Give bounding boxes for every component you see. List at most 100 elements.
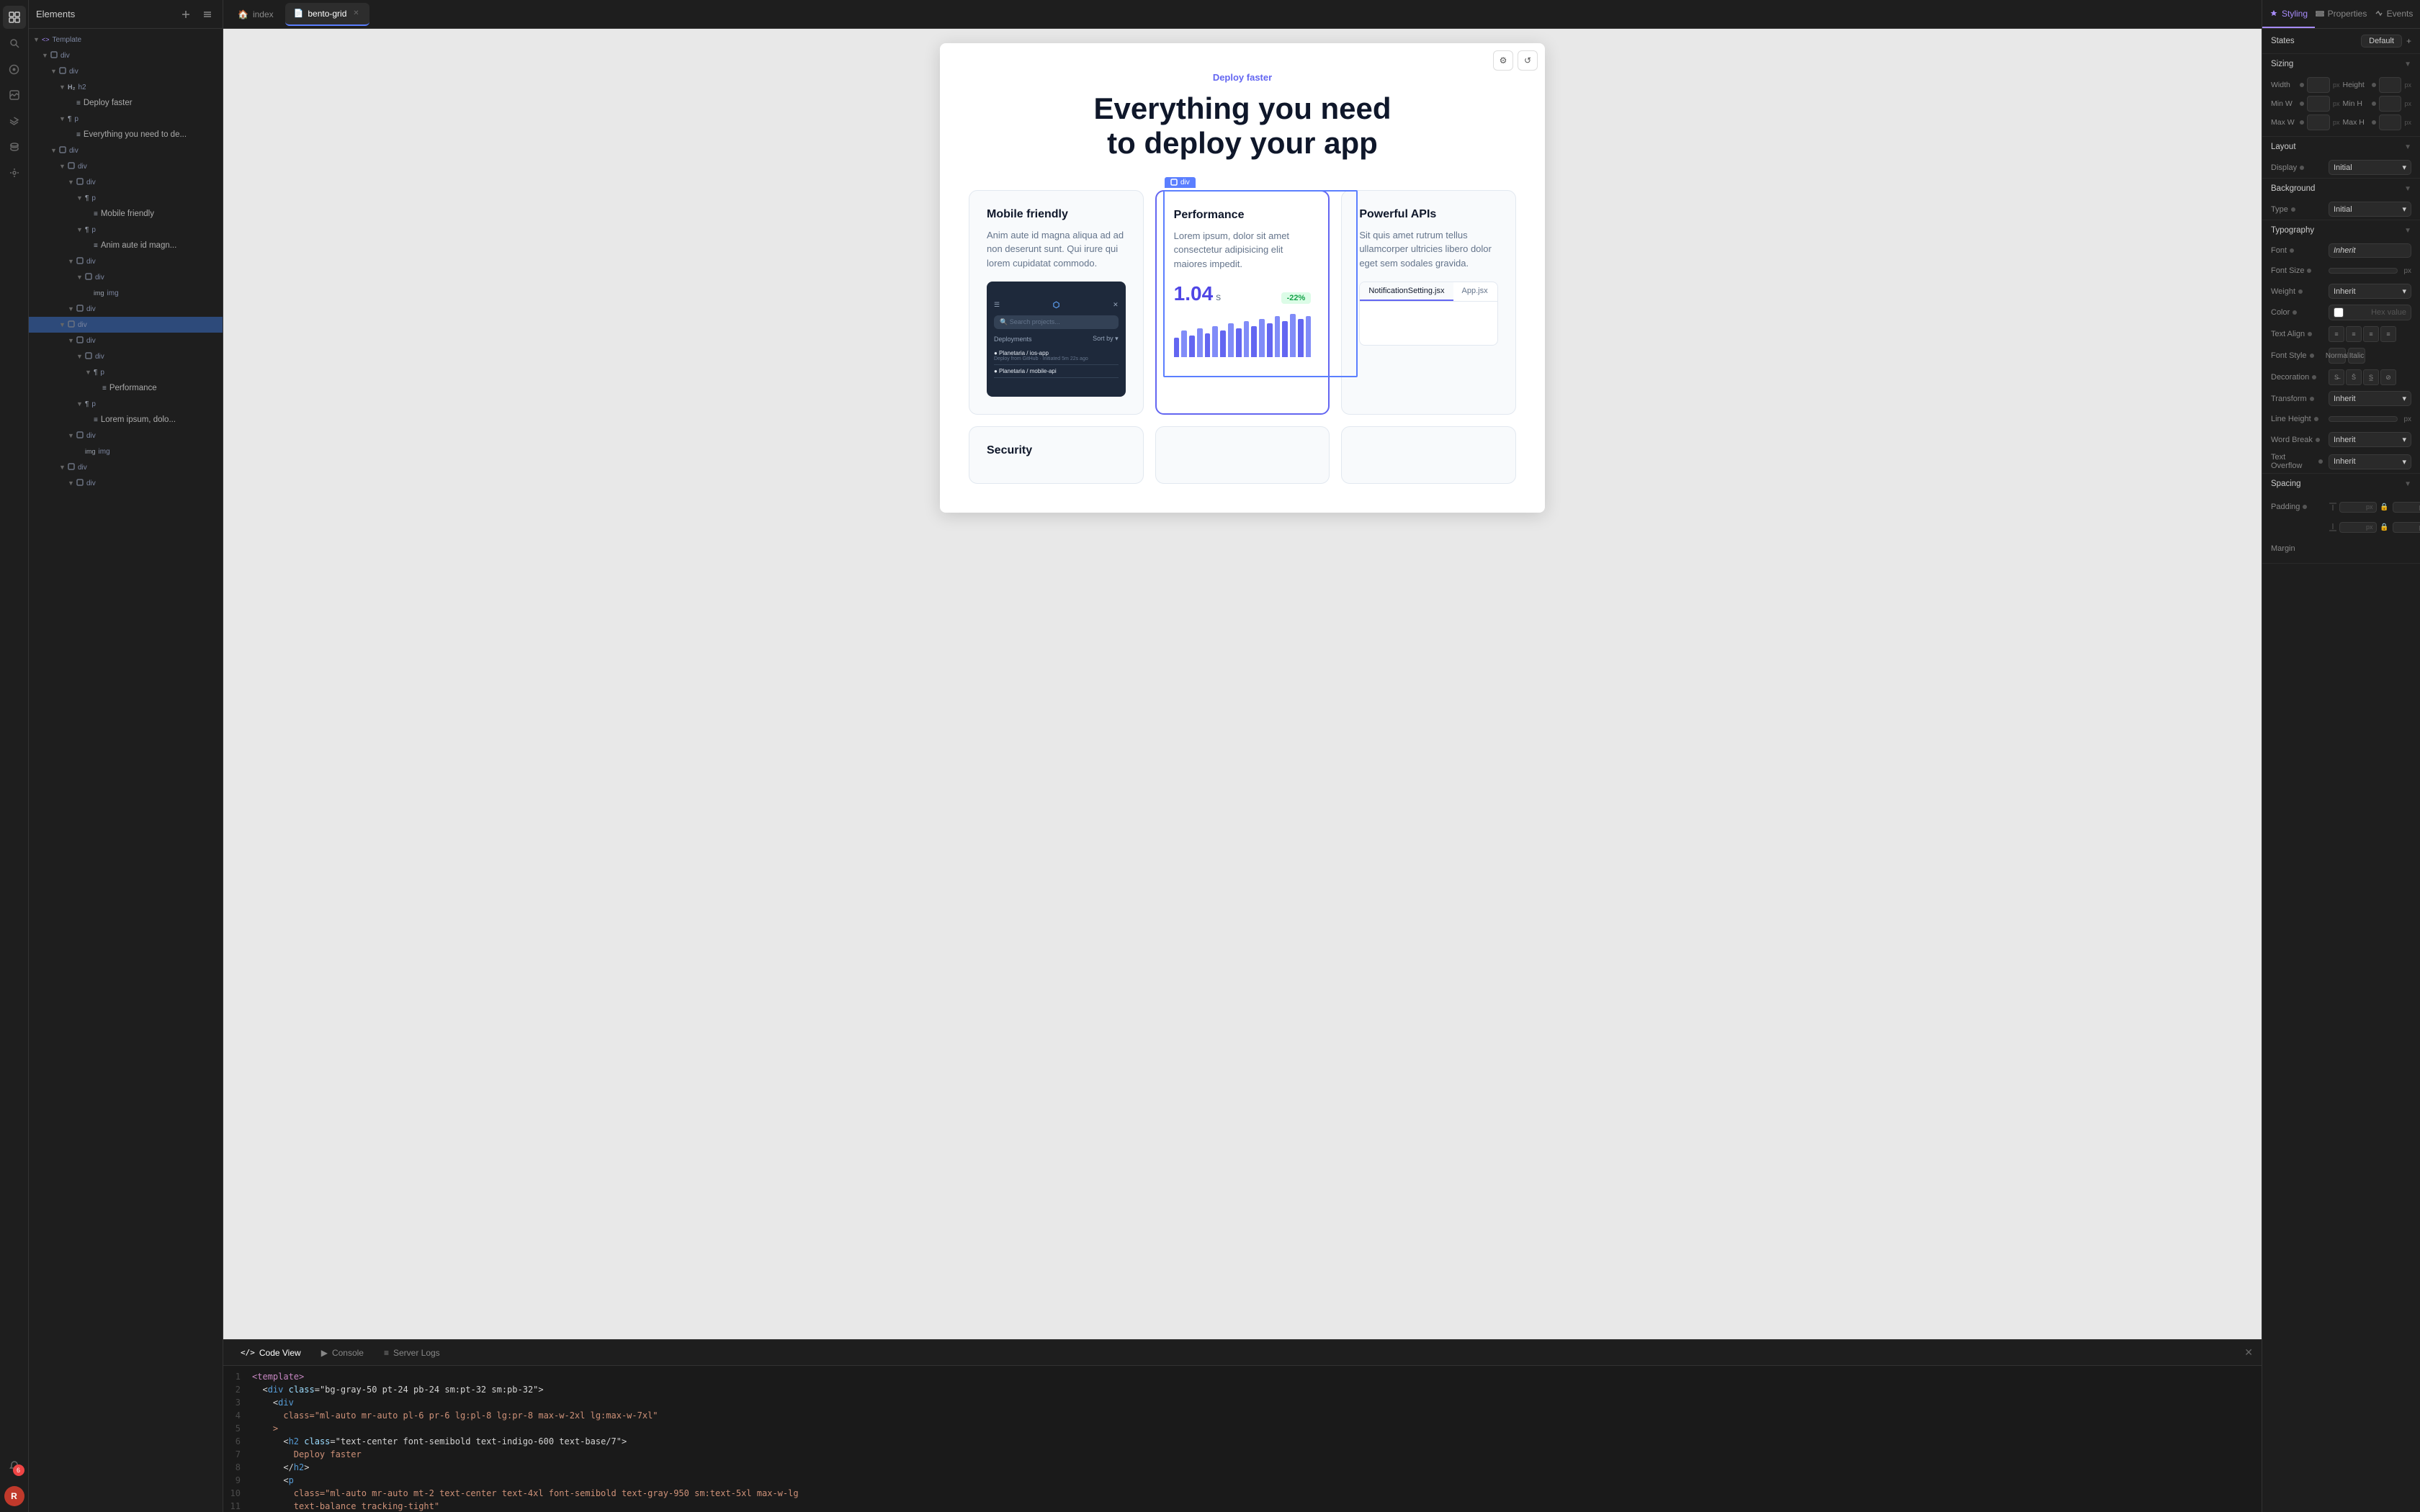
tree-item-7[interactable]: ≡Everything you need to de... [29, 127, 223, 143]
api-tab-app[interactable]: App.jsx [1453, 282, 1497, 301]
tree-node-type: img [107, 289, 119, 297]
more-options-btn[interactable] [200, 6, 215, 22]
tree-item-17[interactable]: imgimg [29, 285, 223, 301]
line-height-input[interactable] [2329, 416, 2398, 422]
tree-item-19[interactable]: ▼div [29, 317, 223, 333]
tree-item-11[interactable]: ▼¶p [29, 190, 223, 206]
tree-item-12[interactable]: ≡Mobile friendly [29, 206, 223, 222]
underline-btn[interactable]: S̲ [2363, 369, 2379, 385]
events-tab[interactable]: Events [2367, 0, 2420, 28]
notifications-icon[interactable]: 6 [3, 1454, 26, 1477]
tree-item-14[interactable]: ≡Anim aute id magn... [29, 238, 223, 253]
typography-title: Typography [2271, 226, 2314, 235]
console-tab[interactable]: ▶ Console [313, 1343, 372, 1363]
components-icon[interactable] [3, 58, 26, 81]
weight-select[interactable]: Inherit ▾ [2329, 284, 2411, 299]
layers-icon[interactable] [3, 109, 26, 132]
padding-top-input[interactable] [2343, 503, 2365, 511]
tree-item-16[interactable]: ▼div [29, 269, 223, 285]
api-tab-notification[interactable]: NotificationSetting.jsx [1360, 282, 1453, 301]
color-select[interactable]: Hex value [2329, 305, 2411, 320]
refresh-icon[interactable]: ↺ [1518, 50, 1538, 71]
spacing-header[interactable]: Spacing ▼ [2262, 474, 2420, 494]
tree-item-28[interactable]: ▼div [29, 459, 223, 475]
code-view-tab[interactable]: </> Code View [232, 1343, 310, 1363]
add-element-btn[interactable] [178, 6, 194, 22]
properties-tab[interactable]: Properties [2315, 0, 2367, 28]
assets-icon[interactable] [3, 84, 26, 107]
tree-item-21[interactable]: ▼div [29, 348, 223, 364]
normal-style-btn[interactable]: Normal [2329, 348, 2346, 364]
text-overflow-select[interactable]: Inherit ▾ [2329, 454, 2411, 469]
word-break-select[interactable]: Inherit ▾ [2329, 432, 2411, 447]
search-icon[interactable] [3, 32, 26, 55]
tree-item-10[interactable]: ▼div [29, 174, 223, 190]
settings-icon[interactable]: ⚙ [1493, 50, 1513, 71]
tree-node-icon [76, 336, 84, 346]
max-w-input[interactable] [2307, 114, 2330, 130]
tree-item-1[interactable]: ▼<>Template [29, 32, 223, 48]
strikethrough-btn[interactable]: S̶ [2329, 369, 2344, 385]
tab-close-btn[interactable]: ✕ [351, 9, 361, 19]
max-h-input[interactable] [2379, 114, 2402, 130]
tree-item-4[interactable]: ▼H₂h2 [29, 79, 223, 95]
elements-icon[interactable] [3, 6, 26, 29]
align-justify-btn[interactable]: ≡ [2380, 326, 2396, 342]
server-logs-tab[interactable]: ≡ Server Logs [375, 1343, 449, 1363]
tree-item-18[interactable]: ▼div [29, 301, 223, 317]
padding-left-input[interactable] [2396, 523, 2418, 531]
data-icon[interactable] [3, 135, 26, 158]
tree-item-13[interactable]: ▼¶p [29, 222, 223, 238]
bg-type-select[interactable]: Initial ▾ [2329, 202, 2411, 217]
states-default-value[interactable]: Default [2361, 35, 2402, 48]
tree-item-9[interactable]: ▼div [29, 158, 223, 174]
text-overflow-dot [2318, 459, 2323, 464]
tree-item-5[interactable]: ≡Deploy faster [29, 95, 223, 111]
tree-item-20[interactable]: ▼div [29, 333, 223, 348]
tree-node-type: div [78, 464, 87, 472]
tree-item-26[interactable]: ▼div [29, 428, 223, 444]
tree-item-22[interactable]: ▼¶p [29, 364, 223, 380]
padding-bottom-lock-icon[interactable]: 🔒 [2379, 521, 2390, 533]
canvas-area[interactable]: ⚙ ↺ Deploy faster Everything you need to… [223, 29, 2262, 1339]
width-input[interactable] [2307, 77, 2330, 93]
add-state-btn[interactable]: + [2406, 36, 2411, 46]
tree-item-27[interactable]: imgimg [29, 444, 223, 459]
tree-item-8[interactable]: ▼div [29, 143, 223, 158]
min-w-input[interactable] [2307, 96, 2330, 112]
layout-header[interactable]: Layout ▼ [2262, 137, 2420, 157]
plugins-icon[interactable] [3, 161, 26, 184]
tree-item-25[interactable]: ≡Lorem ipsum, dolo... [29, 412, 223, 428]
tree-item-3[interactable]: ▼div [29, 63, 223, 79]
typography-header[interactable]: Typography ▼ [2262, 220, 2420, 240]
font-select[interactable]: Inherit [2329, 243, 2411, 258]
user-avatar[interactable]: R [4, 1486, 24, 1506]
tree-item-2[interactable]: ▼div [29, 48, 223, 63]
tab-bento-grid[interactable]: 📄 bento-grid ✕ [285, 3, 370, 26]
padding-right-input[interactable] [2396, 503, 2418, 511]
overline-btn[interactable]: S̄ [2346, 369, 2362, 385]
tree-item-29[interactable]: ▼div [29, 475, 223, 491]
align-center-btn[interactable]: ≡ [2346, 326, 2362, 342]
sizing-header[interactable]: Sizing ▼ [2262, 54, 2420, 74]
font-size-input[interactable] [2329, 268, 2398, 274]
min-h-input[interactable] [2379, 96, 2402, 112]
align-right-btn[interactable]: ≡ [2363, 326, 2379, 342]
italic-style-btn[interactable]: Italic [2348, 348, 2365, 364]
tree-item-15[interactable]: ▼div [29, 253, 223, 269]
close-bottom-panel-btn[interactable]: ✕ [2244, 1346, 2253, 1359]
height-input[interactable] [2379, 77, 2402, 93]
padding-bottom-input[interactable] [2343, 523, 2365, 531]
padding-lock-icon[interactable]: 🔒 [2379, 501, 2390, 513]
none-decoration-btn[interactable]: ⊘ [2380, 369, 2396, 385]
display-select[interactable]: Initial ▾ [2329, 160, 2411, 175]
tree-item-6[interactable]: ▼¶p [29, 111, 223, 127]
transform-select[interactable]: Inherit ▾ [2329, 391, 2411, 406]
align-left-btn[interactable]: ≡ [2329, 326, 2344, 342]
tab-index[interactable]: 🏠 index [229, 3, 282, 26]
background-header[interactable]: Background ▼ [2262, 179, 2420, 199]
styling-tab[interactable]: Styling [2262, 0, 2315, 28]
tree-item-24[interactable]: ▼¶p [29, 396, 223, 412]
font-row: Font Inherit [2262, 240, 2420, 261]
tree-item-23[interactable]: ≡Performance [29, 380, 223, 396]
